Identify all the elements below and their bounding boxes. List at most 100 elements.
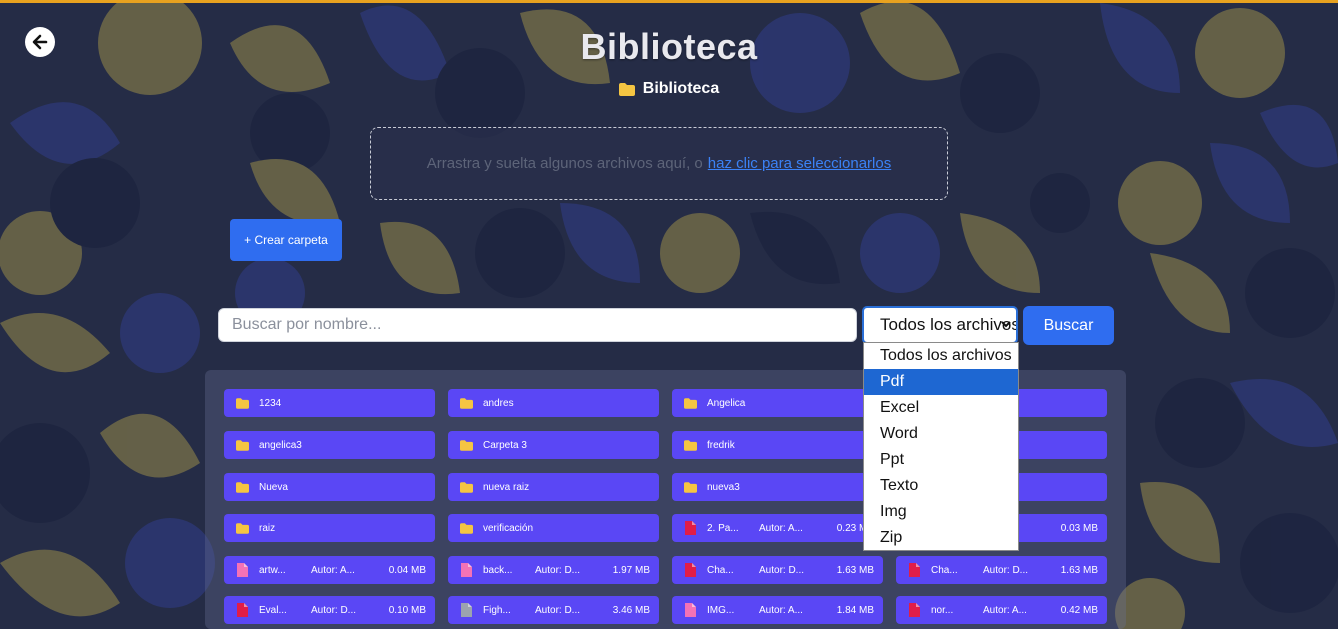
folder-item[interactable]: Carpeta 3 [448,431,659,459]
file-author: Autor: A... [311,564,355,576]
file-size: 0.04 MB [388,564,426,576]
pdf-file-icon [909,563,920,577]
folder-icon [236,522,249,534]
file-author: Autor: D... [759,564,805,576]
folder-icon-wrap [684,396,697,410]
folder-icon [460,439,473,451]
file-item[interactable]: Cha... Autor: D... 1.63 MB [896,556,1107,584]
folder-icon-wrap [460,438,473,452]
folder-name: raiz [259,522,276,534]
file-author: Autor: D... [983,564,1029,576]
file-icon-wrap [684,603,697,617]
file-icon-wrap [908,563,921,577]
folder-icon-wrap [460,521,473,535]
file-type-select[interactable]: Todos los archivos [862,306,1018,344]
breadcrumb: Biblioteca [0,80,1338,98]
file-author: Autor: A... [983,604,1027,616]
file-size: 0.10 MB [388,604,426,616]
file-author: Autor: A... [759,604,803,616]
folder-icon-wrap [684,480,697,494]
folder-item[interactable]: nueva raiz [448,473,659,501]
folder-icon [460,397,473,409]
file-icon-wrap [460,563,473,577]
folder-icon [684,481,697,493]
image-file-icon [237,563,248,577]
folder-icon-wrap [460,396,473,410]
dropzone-select-link[interactable]: haz clic para seleccionarlos [708,155,891,172]
image-file-icon [461,563,472,577]
folder-item[interactable]: Nueva [224,473,435,501]
file-size: 0.03 MB [1060,522,1098,534]
search-input[interactable] [218,308,857,342]
file-item[interactable]: artw... Autor: A... 0.04 MB [224,556,435,584]
folder-icon [236,397,249,409]
file-item[interactable]: Figh... Autor: D... 3.46 MB [448,596,659,624]
file-item[interactable]: Cha... Autor: D... 1.63 MB [672,556,883,584]
file-type-select-value: Todos los archivos [880,315,1018,334]
file-item[interactable]: Eval... Autor: D... 0.10 MB [224,596,435,624]
dropdown-option[interactable]: Word [864,421,1018,447]
pdf-file-icon [237,603,248,617]
dropzone-text: Arrastra y suelta algunos archivos aquí,… [426,155,703,172]
folder-name: andres [483,397,514,409]
folder-name: nueva3 [707,481,740,493]
file-name: Cha... [707,564,734,576]
dropdown-option[interactable]: Zip [864,525,1018,551]
folder-item[interactable]: andres [448,389,659,417]
folder-name: nueva raiz [483,481,530,493]
file-item[interactable]: IMG... Autor: A... 1.84 MB [672,596,883,624]
page-title: Biblioteca [580,26,758,67]
dropdown-option[interactable]: Pdf [864,369,1018,395]
folder-name: fredrik [707,439,735,451]
folder-icon [618,82,635,96]
search-button[interactable]: Buscar [1023,306,1114,345]
file-author: Autor: D... [535,604,581,616]
file-name: Cha... [931,564,958,576]
folder-name: angelica3 [259,439,302,451]
file-size: 1.63 MB [836,564,874,576]
file-icon [461,603,472,617]
file-name: Eval... [259,604,287,616]
folder-icon-wrap [236,480,249,494]
pdf-file-icon [909,603,920,617]
file-name: 2. Pa... [707,522,739,534]
folder-icon [460,522,473,534]
folder-item[interactable]: verificación [448,514,659,542]
folder-item[interactable]: fredrik [672,431,883,459]
file-icon-wrap [684,521,697,535]
dropdown-option[interactable]: Excel [864,395,1018,421]
folder-icon [236,439,249,451]
file-dropzone[interactable]: Arrastra y suelta algunos archivos aquí,… [370,127,948,200]
dropdown-option[interactable]: Img [864,499,1018,525]
file-author: Autor: D... [535,564,581,576]
top-accent-bar [0,0,1338,3]
create-folder-button[interactable]: + Crear carpeta [230,219,342,261]
dropdown-option[interactable]: Texto [864,473,1018,499]
file-icon-wrap [236,563,249,577]
file-item[interactable]: nor... Autor: A... 0.42 MB [896,596,1107,624]
folder-name: 1234 [259,397,282,409]
folder-item[interactable]: raiz [224,514,435,542]
dropdown-option[interactable]: Ppt [864,447,1018,473]
image-file-icon [685,603,696,617]
file-item[interactable]: 2. Pa... Autor: A... 0.23 MB [672,514,883,542]
file-item[interactable]: back... Autor: D... 1.97 MB [448,556,659,584]
file-icon-wrap [684,563,697,577]
folder-icon [460,481,473,493]
folder-item[interactable]: 1234 [224,389,435,417]
folder-item[interactable]: Angelica [672,389,883,417]
file-icon-wrap [908,603,921,617]
file-type-dropdown: Todos los archivos Pdf Excel Word Ppt Texto Im… [863,342,1019,551]
file-name: IMG... [707,604,735,616]
pdf-file-icon [685,521,696,535]
file-icon-wrap [460,603,473,617]
pdf-file-icon [685,563,696,577]
dropdown-option[interactable]: Todos los archivos [864,343,1018,369]
folder-icon-wrap [236,438,249,452]
folder-item[interactable]: nueva3 [672,473,883,501]
folder-name: Angelica [707,397,746,409]
file-size: 1.97 MB [612,564,650,576]
folder-icon-wrap [236,396,249,410]
file-author: Autor: A... [759,522,803,534]
folder-item[interactable]: angelica3 [224,431,435,459]
